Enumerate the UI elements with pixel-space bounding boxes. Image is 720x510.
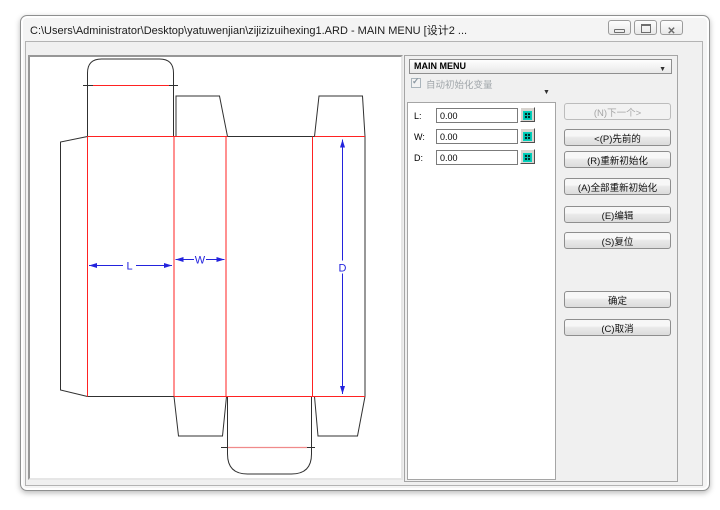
field-row-W: W: bbox=[408, 129, 555, 146]
dieline-preview-canvas[interactable]: L W D bbox=[28, 55, 403, 480]
previous-button[interactable]: <(P)先前的 bbox=[564, 129, 671, 146]
calculator-icon bbox=[523, 111, 532, 120]
ok-button[interactable]: 确定 bbox=[564, 291, 671, 308]
top-dust-flap-1-outline bbox=[176, 96, 228, 137]
top-tuck-flap-outline bbox=[88, 59, 174, 137]
edit-button[interactable]: (E)编辑 bbox=[564, 206, 671, 223]
arrowhead-D-bottom bbox=[340, 386, 345, 394]
menu-dropdown[interactable]: MAIN MENU ▼ bbox=[409, 59, 672, 74]
close-button[interactable]: ✕ bbox=[660, 20, 683, 35]
arrowhead-W-left bbox=[176, 257, 184, 262]
check-mark-icon: ✓ bbox=[412, 76, 420, 87]
field-expression-button-L[interactable] bbox=[520, 107, 535, 122]
dieline-drawing: L W D bbox=[30, 57, 401, 478]
field-input-W[interactable] bbox=[436, 129, 518, 144]
field-label-L: L: bbox=[414, 111, 422, 121]
bottom-dust-flap-2-outline bbox=[315, 397, 366, 437]
next-button[interactable]: (N)下一个> bbox=[564, 103, 671, 120]
bottom-tuck-flap-outline bbox=[228, 397, 312, 475]
arrowhead-L-right bbox=[164, 263, 172, 268]
glue-flap-outline bbox=[61, 137, 88, 397]
variable-list-panel: L: W: D: bbox=[407, 102, 556, 480]
arrowhead-W-right bbox=[217, 257, 225, 262]
auto-init-checkbox[interactable]: ✓ bbox=[411, 78, 421, 88]
panel-crease-lines bbox=[88, 137, 313, 397]
reinitialize-all-button[interactable]: (A)全部重新初始化 bbox=[564, 178, 671, 195]
field-input-D[interactable] bbox=[436, 150, 518, 165]
title-bar[interactable]: C:\Users\Administrator\Desktop\yatuwenji… bbox=[21, 16, 709, 41]
reset-button[interactable]: (S)复位 bbox=[564, 232, 671, 249]
menu-dropdown-value: MAIN MENU bbox=[414, 61, 466, 71]
minimize-icon bbox=[614, 29, 625, 33]
dimension-label-D: D bbox=[339, 263, 347, 275]
screen: C:\Users\Administrator\Desktop\yatuwenji… bbox=[0, 0, 720, 510]
window-title: C:\Users\Administrator\Desktop\yatuwenji… bbox=[30, 22, 599, 38]
dimension-label-L: L bbox=[126, 261, 132, 273]
arrowhead-L-left bbox=[89, 263, 97, 268]
chevron-down-icon: ▼ bbox=[659, 63, 666, 76]
maximize-button[interactable] bbox=[634, 20, 657, 35]
field-input-L[interactable] bbox=[436, 108, 518, 123]
calculator-icon bbox=[523, 153, 532, 162]
field-row-D: D: bbox=[408, 150, 555, 167]
field-label-W: W: bbox=[414, 132, 425, 142]
close-icon: ✕ bbox=[667, 26, 675, 37]
app-window: C:\Users\Administrator\Desktop\yatuwenji… bbox=[20, 15, 710, 491]
arrowhead-D-top bbox=[340, 140, 345, 148]
maximize-icon bbox=[641, 24, 651, 33]
bottom-dust-flap-1-outline bbox=[174, 397, 227, 437]
reinitialize-button[interactable]: (R)重新初始化 bbox=[564, 151, 671, 168]
cancel-button[interactable]: (C)取消 bbox=[564, 319, 671, 336]
field-row-L: L: bbox=[408, 108, 555, 125]
section-arrow-icon[interactable]: ▼ bbox=[543, 89, 550, 96]
field-expression-button-W[interactable] bbox=[520, 128, 535, 143]
auto-init-label: 自动初始化变量 bbox=[426, 77, 493, 91]
top-dust-flap-2-outline bbox=[315, 96, 366, 137]
menu-parameter-panel: MAIN MENU ▼ ✓ 自动初始化变量 ▼ L: bbox=[404, 55, 678, 482]
field-label-D: D: bbox=[414, 153, 423, 163]
calculator-icon bbox=[523, 132, 532, 141]
field-expression-button-D[interactable] bbox=[520, 149, 535, 164]
minimize-button[interactable] bbox=[608, 20, 631, 35]
dimension-label-W: W bbox=[195, 255, 206, 267]
